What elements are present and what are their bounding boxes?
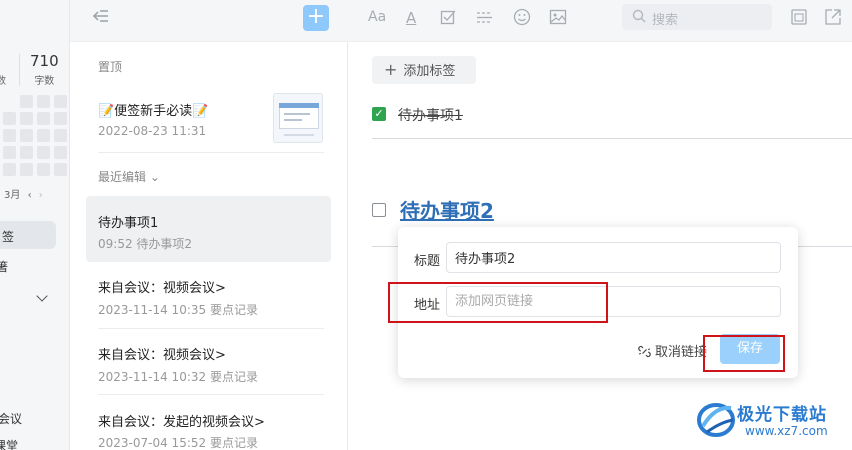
stat-divider bbox=[19, 54, 20, 86]
stat-prev: 数 bbox=[0, 52, 6, 87]
unlink-label: 取消链接 bbox=[655, 345, 708, 360]
watermark-url: www.xz7.com bbox=[745, 424, 828, 438]
note-list-panel: + 置顶 📝便签新手必读📝 2022-08-23 11:31 最近编辑 ⌄ 待办… bbox=[70, 0, 348, 450]
calendar-day[interactable] bbox=[20, 129, 33, 142]
add-tag-label: 添加标签 bbox=[403, 64, 456, 79]
note-title: 来自会议：视频会议> bbox=[98, 348, 226, 363]
sidebar-item-meeting[interactable]: 会议 bbox=[0, 410, 22, 427]
add-tag-button[interactable]: + 添加标签 bbox=[372, 56, 476, 84]
calendar-day[interactable] bbox=[37, 146, 50, 159]
prev-month-button[interactable]: ‹ bbox=[28, 190, 32, 201]
calendar-day[interactable] bbox=[3, 129, 16, 142]
calendar-day[interactable] bbox=[20, 163, 33, 176]
word-count-value: 710 bbox=[30, 52, 59, 70]
url-label: 地址 bbox=[414, 298, 441, 313]
calendar-day[interactable] bbox=[54, 129, 67, 142]
todo-text[interactable]: 待办事项1 bbox=[398, 105, 463, 125]
pinned-section-label: 置顶 bbox=[98, 60, 123, 74]
calendar-day[interactable] bbox=[20, 95, 33, 108]
unlink-icon bbox=[638, 345, 651, 358]
todo-link-text[interactable]: 待办事项2 bbox=[400, 195, 494, 224]
watermark-logo: 极光下载站 www.xz7.com bbox=[695, 390, 852, 450]
note-thumbnail bbox=[273, 93, 323, 143]
note-subtitle: 2023-11-14 10:32 要点记录 bbox=[98, 370, 258, 384]
note-subtitle: 09:52 待办事项2 bbox=[98, 237, 193, 251]
font-size-icon[interactable]: Aa bbox=[368, 9, 386, 25]
calendar-day[interactable] bbox=[20, 112, 33, 125]
empty-checkbox[interactable] bbox=[372, 203, 386, 217]
list-header: + bbox=[70, 0, 348, 42]
note-item[interactable]: 来自会议：视频会议> 2023-11-14 10:32 要点记录 bbox=[86, 329, 331, 395]
search-placeholder: 搜索 bbox=[652, 13, 679, 28]
image-icon[interactable] bbox=[549, 8, 567, 26]
divider bbox=[98, 394, 324, 395]
checkbox-icon[interactable] bbox=[440, 9, 457, 26]
open-external-icon[interactable] bbox=[824, 8, 842, 26]
calendar-day[interactable] bbox=[54, 146, 67, 159]
url-input[interactable] bbox=[446, 286, 781, 317]
left-sidebar: 数 710 字数 3月 bbox=[0, 0, 70, 450]
add-note-button[interactable]: + bbox=[303, 5, 329, 31]
notes-app: 数 710 字数 3月 bbox=[0, 0, 852, 450]
calendar-day[interactable] bbox=[3, 146, 16, 159]
note-item-selected[interactable]: 待办事项1 09:52 待办事项2 bbox=[86, 196, 331, 262]
word-count-label: 字数 bbox=[34, 76, 55, 87]
sidebar-item-todo[interactable]: 箸 bbox=[0, 258, 8, 275]
calendar-day[interactable] bbox=[54, 112, 67, 125]
calendar-day[interactable] bbox=[37, 163, 50, 176]
note-subtitle: 2023-11-14 10:35 要点记录 bbox=[98, 303, 258, 317]
title-input[interactable] bbox=[446, 242, 781, 273]
plus-icon: + bbox=[384, 60, 398, 79]
calendar-day[interactable] bbox=[37, 129, 50, 142]
note-title: 来自会议：发起的视频会议> bbox=[98, 415, 265, 430]
next-month-button[interactable]: › bbox=[39, 190, 43, 201]
calendar-day[interactable] bbox=[37, 95, 50, 108]
calendar-day[interactable] bbox=[54, 95, 67, 108]
calendar-day[interactable] bbox=[20, 146, 33, 159]
unlink-button[interactable]: 取消链接 bbox=[638, 341, 707, 360]
note-title: 来自会议：视频会议> bbox=[98, 281, 226, 296]
calendar-day[interactable] bbox=[37, 112, 50, 125]
word-count-stat: 710 字数 bbox=[30, 52, 59, 87]
divider bbox=[98, 152, 324, 153]
search-icon bbox=[632, 9, 646, 23]
divider-line-icon[interactable] bbox=[476, 9, 493, 26]
link-popup: 标题 地址 取消链接 保存 bbox=[398, 227, 798, 378]
note-title: 📝便签新手必读📝 bbox=[98, 104, 209, 119]
editor-toolbar: Aa A 搜索 bbox=[348, 0, 852, 42]
sidebar-item-class[interactable]: 课堂 bbox=[0, 437, 18, 450]
save-button[interactable]: 保存 bbox=[720, 334, 780, 364]
note-title: 待办事项1 bbox=[98, 216, 159, 231]
watermark-name: 极光下载站 bbox=[737, 405, 827, 425]
note-item[interactable]: 来自会议：发起的视频会议> 2023-07-04 15:52 要点记录 bbox=[86, 396, 331, 450]
note-date: 2022-08-23 11:31 bbox=[98, 124, 207, 138]
export-doc-icon[interactable] bbox=[790, 8, 808, 26]
divider bbox=[372, 138, 852, 139]
month-nav: 3月 ‹ › bbox=[4, 186, 47, 201]
emoji-icon[interactable] bbox=[513, 8, 531, 26]
chevron-down-icon[interactable] bbox=[36, 290, 48, 302]
month-label: 3月 bbox=[4, 190, 21, 201]
checked-checkbox[interactable]: ✓ bbox=[372, 107, 386, 121]
stat-prev-label: 数 bbox=[0, 72, 6, 87]
calendar-day[interactable] bbox=[3, 163, 16, 176]
note-item[interactable]: 来自会议：视频会议> 2023-11-14 10:35 要点记录 bbox=[86, 262, 331, 328]
sidebar-item-notes[interactable]: 签 bbox=[2, 228, 14, 245]
recent-section-label[interactable]: 最近编辑 ⌄ bbox=[98, 168, 160, 185]
editor-panel: Aa A 搜索 + 添加标签 ✓ 待办事项1 待办事项2 bbox=[348, 0, 852, 450]
font-color-icon[interactable]: A bbox=[406, 9, 416, 27]
calendar-day[interactable] bbox=[3, 112, 16, 125]
collapse-arrow-icon[interactable] bbox=[92, 8, 110, 26]
search-input[interactable]: 搜索 bbox=[622, 4, 772, 30]
note-subtitle: 2023-07-04 15:52 要点记录 bbox=[98, 436, 258, 450]
aurora-logo-icon bbox=[697, 403, 735, 437]
calendar-day[interactable] bbox=[54, 163, 67, 176]
title-label: 标题 bbox=[414, 254, 441, 269]
